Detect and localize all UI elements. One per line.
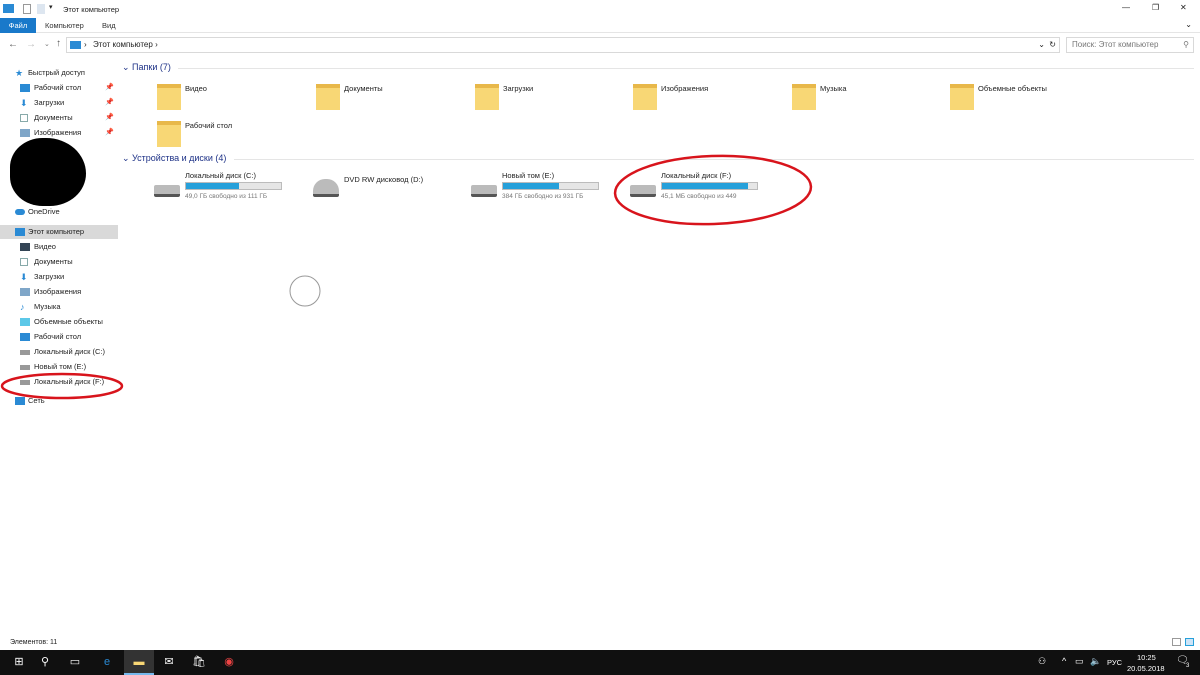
edge-icon[interactable]: e [92,650,122,675]
annotation-circle-drive-f [613,154,813,226]
clock-time[interactable]: 10:25 [1137,653,1156,662]
status-item-count: Элементов: 11 [10,639,58,646]
taskbar: ⊞ ⚲ ▭ e ▬ ✉ 🛍 ◉ ⚇ ^ ▭ 🔈 РУС 10:25 20.05.… [0,650,1200,675]
task-view-icon[interactable]: ▭ [60,650,90,675]
mail-icon[interactable]: ✉ [154,650,184,675]
show-hidden-icons[interactable]: ^ [1062,656,1066,666]
volume-icon[interactable]: 🔈 [1090,656,1101,667]
notification-count: 3 [1186,663,1190,669]
store-icon[interactable]: 🛍 [184,650,214,675]
loading-cursor [289,275,321,307]
search-icon[interactable]: ⚲ [30,650,60,675]
file-explorer-icon[interactable]: ▬ [124,650,154,675]
clock-date[interactable]: 20.05.2018 [1127,664,1165,673]
tiles-view-button[interactable] [1185,638,1194,646]
network-tray-icon[interactable]: ▭ [1075,656,1084,667]
details-view-button[interactable] [1172,638,1181,646]
chrome-icon[interactable]: ◉ [214,650,244,675]
annotation-layer [0,154,813,400]
people-icon[interactable]: ⚇ [1038,656,1046,667]
annotation-circle-nav-f [0,372,124,400]
language-indicator[interactable]: РУС [1107,658,1122,667]
